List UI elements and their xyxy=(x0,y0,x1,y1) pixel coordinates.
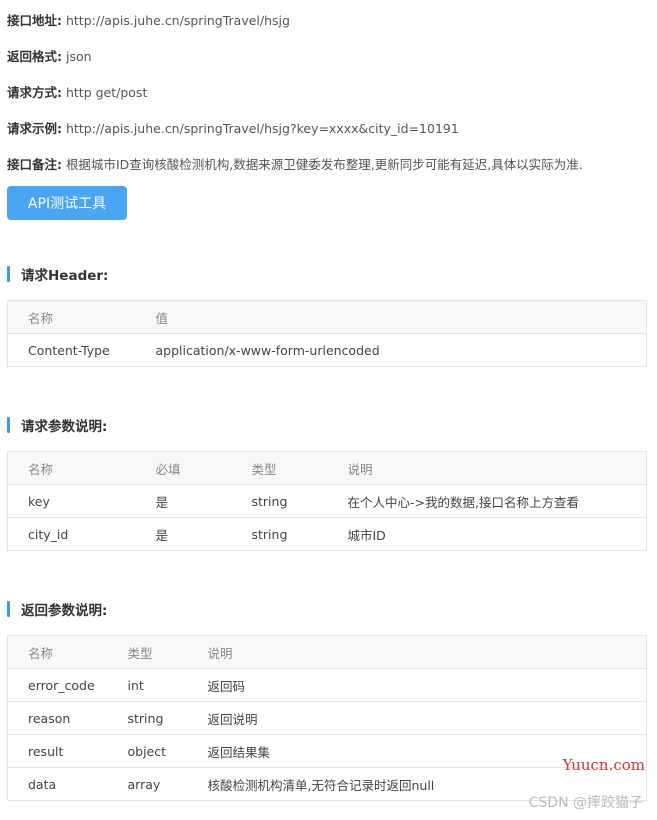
info-value: 根据城市ID查询核酸检测机构,数据来源卫健委发布整理,更新同步可能有延迟,具体以… xyxy=(65,157,583,172)
table-cell: result xyxy=(7,734,108,768)
section-accent-bar xyxy=(7,265,10,282)
info-key: 请求方式: xyxy=(7,85,62,100)
table-cell: Content-Type xyxy=(7,333,136,367)
info-key: 返回格式: xyxy=(7,49,62,64)
table-cell: 返回码 xyxy=(187,668,647,702)
info-line-format: 返回格式: json xyxy=(7,46,92,65)
info-key: 接口备注: xyxy=(7,157,62,172)
section-params-title: 请求参数说明: xyxy=(7,416,108,435)
section-title: 请求Header: xyxy=(21,267,109,284)
info-line-method: 请求方式: http get/post xyxy=(7,82,147,101)
table-cell: 城市ID xyxy=(327,517,647,551)
table-cell: city_id xyxy=(7,517,136,551)
column-header: 名称 xyxy=(7,300,136,334)
section-return-title: 返回参数说明: xyxy=(7,600,108,619)
site-watermark: Yuucn.com xyxy=(562,756,645,774)
info-value: http://apis.juhe.cn/springTravel/hsjg?ke… xyxy=(65,121,459,136)
table-cell: object xyxy=(107,734,188,768)
info-line-address: 接口地址: http://apis.juhe.cn/springTravel/h… xyxy=(7,10,290,29)
info-value: http://apis.juhe.cn/springTravel/hsjg xyxy=(65,13,290,28)
table-cell: 是 xyxy=(135,484,232,518)
column-header: 值 xyxy=(135,300,647,334)
table-cell: string xyxy=(107,701,188,735)
table-cell: int xyxy=(107,668,188,702)
table-row: result object 返回结果集 xyxy=(7,734,647,768)
info-line-note: 接口备注: 根据城市ID查询核酸检测机构,数据来源卫健委发布整理,更新同步可能有… xyxy=(7,154,583,173)
table-cell: 在个人中心->我的数据,接口名称上方查看 xyxy=(327,484,647,518)
info-key: 接口地址: xyxy=(7,13,62,28)
table-cell: application/x-www-form-urlencoded xyxy=(135,333,647,367)
table-cell: error_code xyxy=(7,668,108,702)
table-cell: 返回说明 xyxy=(187,701,647,735)
table-header-row: 名称 类型 说明 xyxy=(7,635,647,669)
info-value: json xyxy=(65,49,92,64)
table-row: reason string 返回说明 xyxy=(7,701,647,735)
table-cell: data xyxy=(7,767,108,801)
column-header: 名称 xyxy=(7,451,136,485)
table-row: Content-Type application/x-www-form-urle… xyxy=(7,333,647,367)
section-header-title: 请求Header: xyxy=(7,265,109,284)
table-cell: reason xyxy=(7,701,108,735)
table-cell: key xyxy=(7,484,136,518)
params-table: 名称 必填 类型 说明 key 是 string 在个人中心->我的数据,接口名… xyxy=(7,451,647,551)
section-title: 返回参数说明: xyxy=(21,602,108,619)
section-title: 请求参数说明: xyxy=(21,418,108,435)
table-row: city_id 是 string 城市ID xyxy=(7,517,647,551)
section-accent-bar xyxy=(7,416,10,433)
section-accent-bar xyxy=(7,600,10,617)
table-header-row: 名称 值 xyxy=(7,300,647,334)
info-line-example: 请求示例: http://apis.juhe.cn/springTravel/h… xyxy=(7,118,459,137)
column-header: 类型 xyxy=(231,451,328,485)
table-row: error_code int 返回码 xyxy=(7,668,647,702)
table-cell: string xyxy=(231,484,328,518)
table-cell: array xyxy=(107,767,188,801)
return-table: 名称 类型 说明 error_code int 返回码 reason strin… xyxy=(7,635,647,801)
table-cell: 是 xyxy=(135,517,232,551)
table-header-row: 名称 必填 类型 说明 xyxy=(7,451,647,485)
info-value: http get/post xyxy=(65,85,148,100)
info-key: 请求示例: xyxy=(7,121,62,136)
column-header: 说明 xyxy=(187,635,647,669)
csdn-watermark: CSDN @摔跤猫子 xyxy=(528,795,643,811)
table-row: key 是 string 在个人中心->我的数据,接口名称上方查看 xyxy=(7,484,647,518)
column-header: 类型 xyxy=(107,635,188,669)
table-cell: string xyxy=(231,517,328,551)
api-test-tool-button[interactable]: API测试工具 xyxy=(7,186,127,220)
column-header: 名称 xyxy=(7,635,108,669)
header-table: 名称 值 Content-Type application/x-www-form… xyxy=(7,300,647,367)
column-header: 说明 xyxy=(327,451,647,485)
column-header: 必填 xyxy=(135,451,232,485)
